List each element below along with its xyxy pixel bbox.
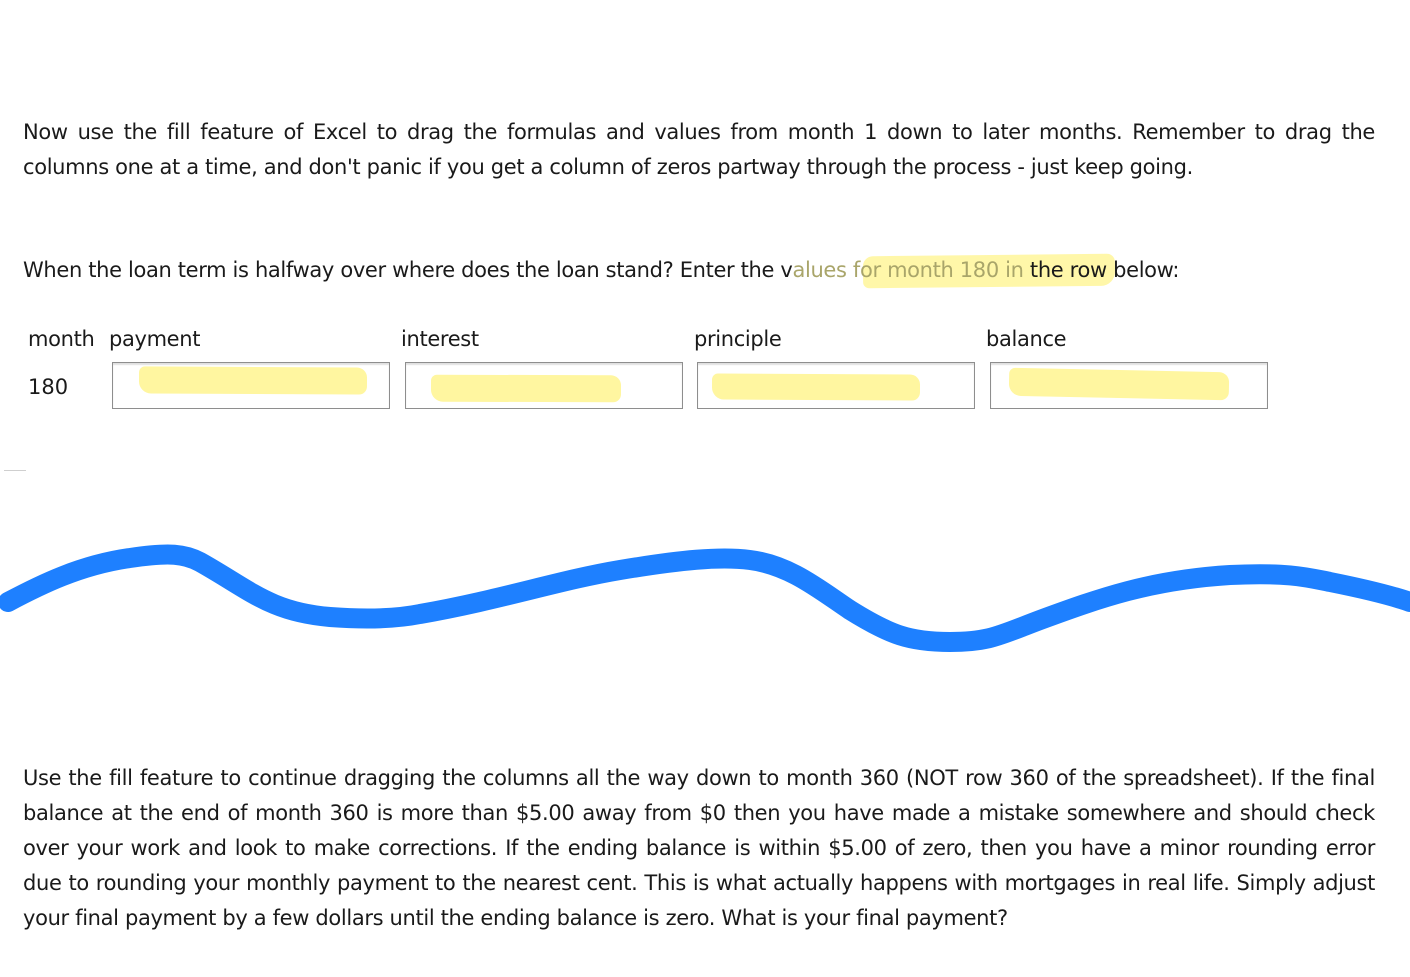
halfway-text-highlighted: alues for month 180 in xyxy=(792,258,1024,282)
instruction-paragraph-fill-feature: Now use the fill feature of Excel to dra… xyxy=(23,120,1375,179)
scribble-stroke xyxy=(0,544,1410,652)
balance-input[interactable] xyxy=(990,362,1268,409)
header-payment: payment xyxy=(109,327,201,351)
instruction-paragraph-final-payment: Use the fill feature to continue draggin… xyxy=(23,766,1375,930)
halfway-text-before: When the loan term is halfway over where… xyxy=(23,258,793,282)
margin-tick-mark xyxy=(4,470,26,471)
principle-input[interactable] xyxy=(697,362,975,409)
instruction-paragraph-halfway: When the loan term is halfway over where… xyxy=(23,253,1375,288)
halfway-text-after: the row below: xyxy=(1023,258,1180,282)
payment-input[interactable] xyxy=(112,362,390,409)
interest-input[interactable] xyxy=(405,362,683,409)
header-balance: balance xyxy=(986,327,1067,351)
header-interest: interest xyxy=(401,327,479,351)
blue-scribble-annotation xyxy=(0,544,1410,652)
header-principle: principle xyxy=(694,327,782,351)
month-value: 180 xyxy=(28,375,69,399)
header-month: month xyxy=(28,327,95,351)
